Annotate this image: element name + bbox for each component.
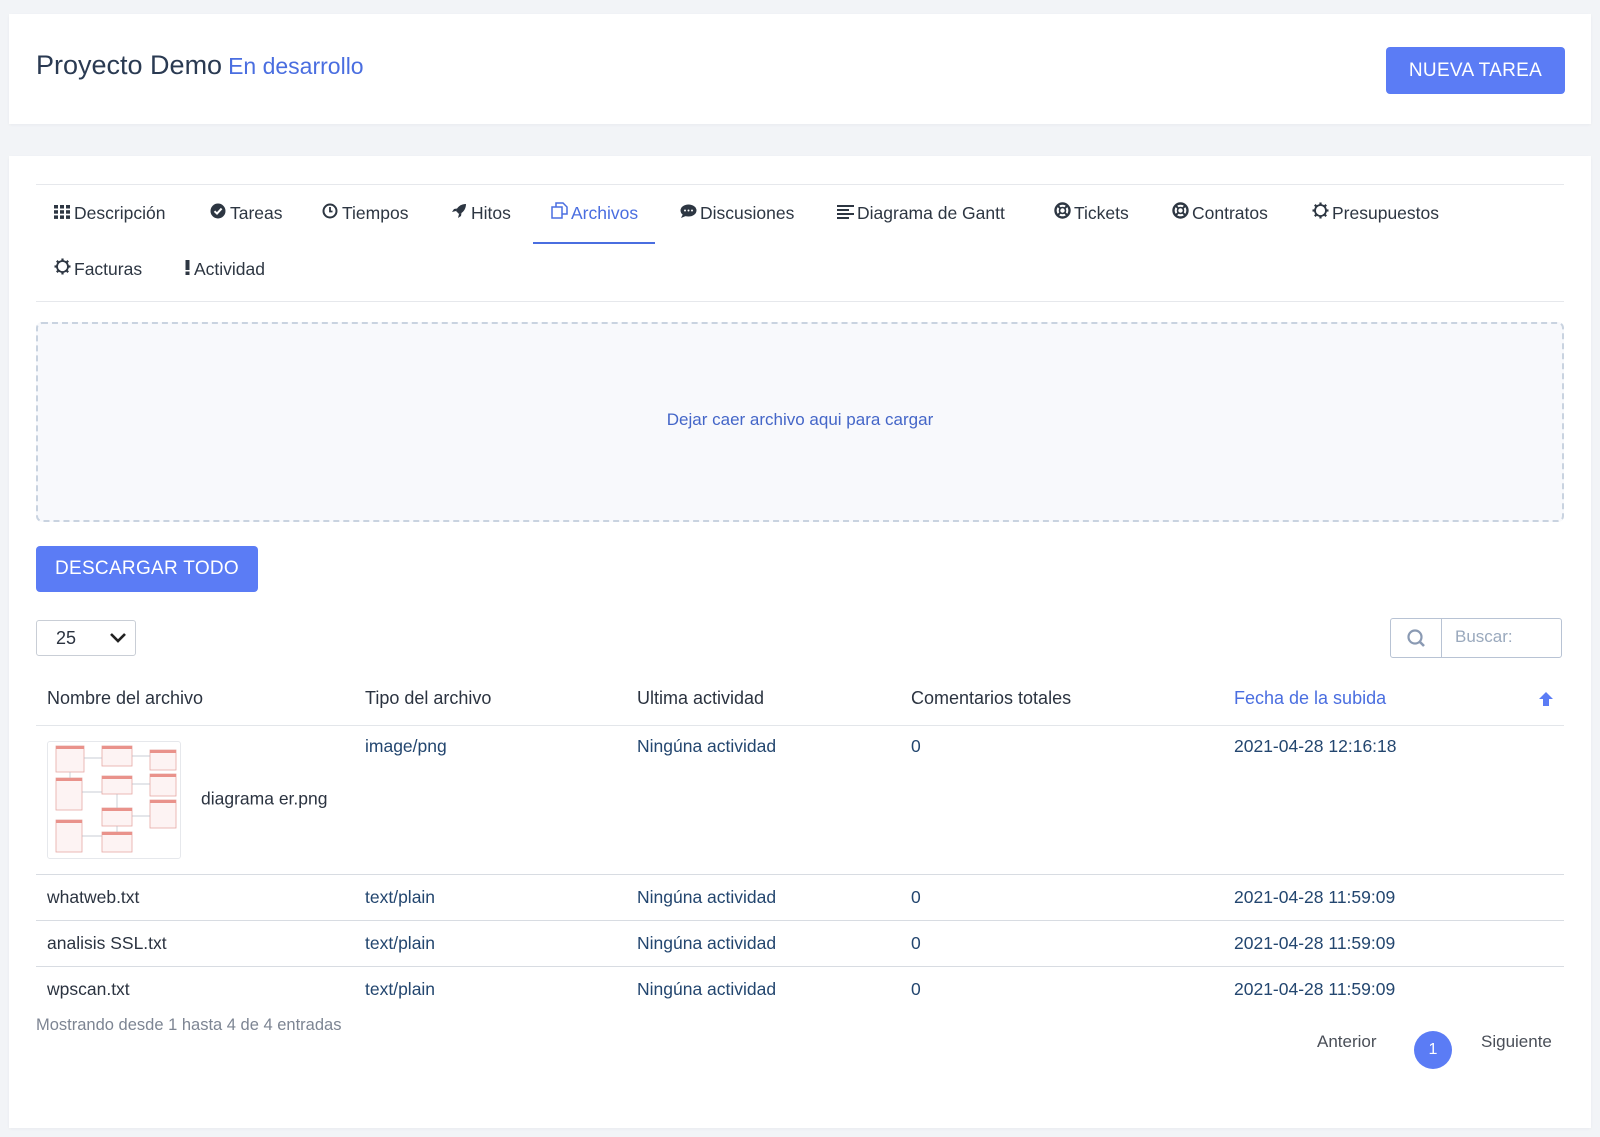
- tab-label: Tiempos: [342, 203, 409, 223]
- last-activity: Ningúna actividad: [626, 920, 900, 967]
- column-header-date-label: Fecha de la subida: [1234, 687, 1387, 708]
- file-type: text/plain: [365, 979, 436, 999]
- tab-archivos[interactable]: Archivos: [533, 185, 656, 244]
- tab-label: Actividad: [194, 259, 266, 279]
- file-name[interactable]: whatweb.txt: [36, 874, 354, 921]
- tab-label: Diagrama de Gantt: [857, 203, 1005, 223]
- table-row[interactable]: whatweb.txt text/plain Ningúna actividad…: [36, 874, 1564, 921]
- table-row[interactable]: wpscan.txt text/plain Ningúna actividad …: [36, 967, 1564, 1013]
- column-header-name[interactable]: Nombre del archivo: [36, 671, 354, 726]
- tab-hitos[interactable]: Hitos: [433, 185, 528, 241]
- tab-discusiones[interactable]: Discusiones: [662, 185, 811, 241]
- files-icon: [550, 187, 568, 243]
- tab-label: Tareas: [230, 203, 283, 223]
- column-header-activity[interactable]: Ultima actividad: [626, 671, 900, 726]
- comment-icon: [679, 187, 697, 243]
- page-title: Proyecto Demo En desarrollo: [36, 50, 364, 81]
- tab-label: Presupuestos: [1332, 203, 1440, 223]
- pagination-page-1[interactable]: 1: [1414, 1031, 1452, 1069]
- gear-icon: [1311, 187, 1329, 243]
- comments-count: 0: [900, 874, 1223, 921]
- tab-tiempos[interactable]: Tiempos: [304, 185, 425, 241]
- dropzone-text: Dejar caer archivo aqui para cargar: [666, 410, 934, 429]
- last-activity: Ningúna actividad: [637, 979, 777, 999]
- tab-tickets[interactable]: Tickets: [1036, 185, 1146, 241]
- search-input[interactable]: Buscar:: [1455, 627, 1513, 647]
- tab-label: Facturas: [74, 259, 143, 279]
- rocket-icon: [450, 187, 468, 243]
- download-all-button[interactable]: DESCARGAR TODO: [36, 546, 258, 592]
- chevron-down-icon: [109, 621, 127, 668]
- search-box[interactable]: Buscar:: [1390, 618, 1562, 658]
- tab-label: Contratos: [1192, 203, 1268, 223]
- gear-icon: [53, 243, 71, 299]
- file-type: text/plain: [354, 920, 626, 967]
- table-row[interactable]: analisis SSL.txt text/plain Ningúna acti…: [36, 920, 1564, 967]
- page-size-select[interactable]: 25: [36, 620, 136, 656]
- column-header-comments[interactable]: Comentarios totales: [900, 671, 1223, 726]
- tab-presupuestos[interactable]: Presupuestos: [1294, 185, 1456, 241]
- pagination-next[interactable]: Siguiente: [1481, 1032, 1552, 1052]
- search-icon: [1391, 619, 1442, 657]
- pagination-previous[interactable]: Anterior: [1317, 1032, 1377, 1052]
- tab-label: Hitos: [471, 203, 511, 223]
- file-name[interactable]: analisis SSL.txt: [36, 920, 354, 967]
- life-ring-icon: [1171, 187, 1189, 243]
- column-header-date[interactable]: Fecha de la subida: [1223, 671, 1564, 726]
- last-activity: Ningúna actividad: [626, 725, 900, 875]
- tab-actividad[interactable]: Actividad: [166, 241, 282, 297]
- file-dropzone[interactable]: Dejar caer archivo aqui para cargar: [36, 322, 1564, 522]
- tab-descripcion[interactable]: Descripción: [36, 185, 182, 241]
- table-header-row: Nombre del archivo Tipo del archivo Ulti…: [36, 671, 1564, 726]
- last-activity: Ningúna actividad: [626, 874, 900, 921]
- file-name[interactable]: diagrama er.png: [201, 789, 327, 809]
- arrow-up-icon: [1538, 691, 1554, 712]
- check-circle-icon: [209, 187, 227, 243]
- tab-contratos[interactable]: Contratos: [1154, 185, 1285, 241]
- page-size-value: 25: [56, 628, 77, 648]
- clock-icon: [321, 187, 339, 243]
- project-name: Proyecto Demo: [36, 50, 223, 80]
- table-row[interactable]: diagrama er.png image/png Ningúna activi…: [36, 725, 1564, 875]
- tab-facturas[interactable]: Facturas: [36, 241, 159, 297]
- upload-date: 2021-04-28 11:59:09: [1223, 920, 1564, 967]
- tab-tareas[interactable]: Tareas: [192, 185, 300, 241]
- project-header: Proyecto Demo En desarrollo NUEVA TAREA: [9, 14, 1591, 124]
- tab-label: Tickets: [1074, 203, 1129, 223]
- tab-diagrama-gantt[interactable]: Diagrama de Gantt: [819, 185, 1022, 241]
- tab-label: Archivos: [571, 203, 639, 223]
- upload-date: 2021-04-28 12:16:18: [1223, 725, 1564, 875]
- file-type: text/plain: [354, 874, 626, 921]
- tab-label: Descripción: [74, 203, 166, 223]
- file-thumbnail[interactable]: [47, 741, 181, 859]
- grid-icon: [53, 187, 71, 243]
- files-table: Nombre del archivo Tipo del archivo Ulti…: [36, 671, 1564, 1012]
- project-status: En desarrollo: [228, 53, 364, 79]
- file-type: image/png: [354, 725, 626, 875]
- tab-label: Discusiones: [700, 203, 795, 223]
- upload-date: 2021-04-28 11:59:09: [1234, 979, 1396, 999]
- project-tabs: Descripción Tareas Tiempos Hitos Archivo…: [36, 184, 1564, 302]
- column-header-type[interactable]: Tipo del archivo: [354, 671, 626, 726]
- comments-count: 0: [900, 920, 1223, 967]
- file-name[interactable]: wpscan.txt: [36, 967, 354, 1013]
- comments-count: 0: [911, 979, 921, 999]
- new-task-button[interactable]: NUEVA TAREA: [1386, 47, 1565, 94]
- align-left-icon: [836, 187, 854, 243]
- table-info: Mostrando desde 1 hasta 4 de 4 entradas: [36, 1016, 342, 1034]
- exclamation-icon: [183, 243, 191, 299]
- life-ring-icon: [1053, 187, 1071, 243]
- file-name-cell: diagrama er.png: [36, 725, 354, 875]
- project-content: Descripción Tareas Tiempos Hitos Archivo…: [9, 156, 1591, 1128]
- upload-date: 2021-04-28 11:59:09: [1223, 874, 1564, 921]
- comments-count: 0: [900, 725, 1223, 875]
